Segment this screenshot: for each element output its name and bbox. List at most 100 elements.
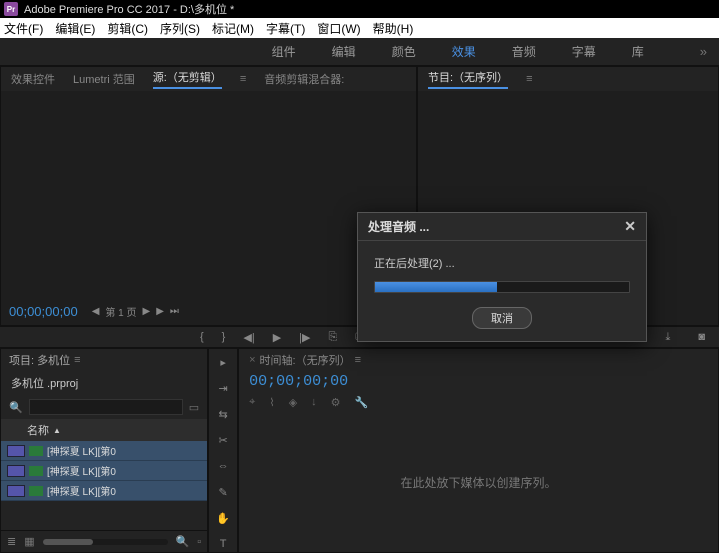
find-icon[interactable]: 🔍 — [176, 535, 190, 548]
tab-libraries[interactable]: 库 — [632, 43, 644, 60]
item-thumb-icon — [7, 445, 25, 457]
ptab-lumetri[interactable]: Lumetri 范围 — [73, 71, 135, 87]
clip-icon — [29, 466, 43, 476]
progress-dialog: 处理音频 ... ✕ 正在后处理(2) ... 取消 — [357, 212, 647, 342]
ptab-audio-mixer[interactable]: 音频剪辑混合器: — [264, 71, 344, 87]
type-tool-icon[interactable]: T — [214, 536, 232, 552]
timeline-timecode[interactable]: 00;00;00;00 — [239, 371, 718, 392]
wrench-icon[interactable]: 🔧 — [355, 396, 369, 409]
track-select-tool-icon[interactable]: ⇥ — [214, 381, 232, 397]
item-label: [神探夏 LK][第0 — [47, 443, 116, 458]
workspace-tabs: 组件 编辑 颜色 效果 音频 字幕 库 » — [0, 38, 719, 66]
dialog-message: 正在后处理(2) ... — [374, 255, 630, 271]
item-thumb-icon — [7, 465, 25, 477]
zoom-slider[interactable] — [43, 539, 168, 545]
pen-tool-icon[interactable]: ✎ — [214, 484, 232, 500]
clip-icon — [29, 486, 43, 496]
menu-edit[interactable]: 编辑(E) — [55, 20, 95, 37]
menu-clip[interactable]: 剪辑(C) — [107, 20, 148, 37]
panel-menu-icon[interactable]: ≡ — [74, 354, 80, 366]
menu-sequence[interactable]: 序列(S) — [160, 20, 200, 37]
tab-assembly[interactable]: 组件 — [272, 43, 296, 60]
project-item[interactable]: [神探夏 LK][第0 — [1, 481, 207, 501]
project-filename: 多机位 .prproj — [1, 371, 207, 395]
menu-title[interactable]: 字幕(T) — [266, 20, 305, 37]
snap-icon[interactable]: ⌖ — [249, 396, 255, 409]
slip-tool-icon[interactable]: ⇔ — [214, 459, 232, 475]
program-panel-tabs: 节目:（无序列） ≡ — [418, 67, 718, 91]
search-icon[interactable]: 🔍 — [9, 401, 23, 414]
mark-out-icon[interactable]: } — [222, 331, 226, 343]
workspace-expand-icon[interactable]: » — [700, 44, 707, 59]
project-header[interactable]: 项目: 多机位 — [9, 352, 70, 368]
app-icon: Pr — [4, 2, 18, 16]
dialog-title: 处理音频 ... — [368, 218, 429, 235]
panel-menu-icon[interactable]: ≡ — [240, 73, 246, 85]
insert-icon[interactable]: ⎘ — [328, 331, 337, 344]
pager-text: 第 1 页 — [105, 304, 136, 319]
snapshot-icon[interactable]: ◙ — [698, 331, 705, 343]
extract-icon[interactable]: ⤓ — [665, 331, 670, 344]
menu-marker[interactable]: 标记(M) — [212, 20, 254, 37]
add-marker-icon[interactable]: ↓ — [311, 396, 317, 409]
new-bin-icon[interactable]: ▭ — [189, 401, 199, 414]
step-fwd-icon[interactable]: |▶ — [299, 331, 310, 344]
project-panel: 项目: 多机位 ≡ 多机位 .prproj 🔍 ▭ 名称 ▲ [神探夏 LK][… — [0, 348, 208, 553]
menu-bar: 文件(F) 编辑(E) 剪辑(C) 序列(S) 标记(M) 字幕(T) 窗口(W… — [0, 18, 719, 38]
lower-panels: 项目: 多机位 ≡ 多机位 .prproj 🔍 ▭ 名称 ▲ [神探夏 LK][… — [0, 348, 719, 553]
ripple-tool-icon[interactable]: ⇆ — [214, 407, 232, 423]
column-label: 名称 — [27, 422, 49, 438]
timeline-icons: ⌖ ⌇ ◈ ↓ ⚙ 🔧 — [239, 392, 718, 413]
razor-tool-icon[interactable]: ✂ — [214, 433, 232, 449]
mark-in-icon[interactable]: { — [200, 331, 204, 343]
drop-hint-text: 在此处放下媒体以创建序列。 — [401, 474, 557, 491]
tab-color[interactable]: 颜色 — [392, 43, 416, 60]
column-header-name[interactable]: 名称 ▲ — [1, 419, 207, 441]
project-search-input[interactable] — [29, 399, 183, 415]
clip-icon — [29, 446, 43, 456]
pager-play-icon[interactable]: ▶ — [156, 306, 164, 317]
settings-icon[interactable]: ⚙ — [331, 396, 341, 409]
project-item[interactable]: [神探夏 LK][第0 — [1, 441, 207, 461]
timeline-header[interactable]: 时间轴:（无序列） — [260, 352, 351, 368]
item-label: [神探夏 LK][第0 — [47, 463, 116, 478]
panel-menu-icon[interactable]: ≡ — [355, 354, 361, 366]
item-thumb-icon — [7, 485, 25, 497]
tools-column: ▸ ⇥ ⇆ ✂ ⇔ ✎ ✋ T — [208, 348, 238, 553]
source-pager: ◀ 第 1 页 ▶ ▶ ⏭ — [92, 304, 179, 319]
panel-menu-icon[interactable]: ≡ — [526, 73, 532, 85]
selection-tool-icon[interactable]: ▸ — [214, 355, 232, 371]
close-tab-icon[interactable]: × — [249, 354, 255, 366]
close-icon[interactable]: ✕ — [624, 218, 636, 235]
tab-captions[interactable]: 字幕 — [572, 43, 596, 60]
cancel-button[interactable]: 取消 — [472, 307, 532, 329]
menu-help[interactable]: 帮助(H) — [373, 20, 414, 37]
ptab-program[interactable]: 节目:（无序列） — [428, 69, 508, 89]
timeline-panel: × 时间轴:（无序列） ≡ 00;00;00;00 ⌖ ⌇ ◈ ↓ ⚙ 🔧 在此… — [238, 348, 719, 553]
tab-effects[interactable]: 效果 — [452, 43, 476, 60]
marker-icon[interactable]: ◈ — [289, 396, 297, 409]
source-panel-tabs: 效果控件 Lumetri 范围 源:（无剪辑） ≡ 音频剪辑混合器: — [1, 67, 416, 91]
project-item[interactable]: [神探夏 LK][第0 — [1, 461, 207, 481]
progress-fill — [375, 282, 497, 292]
ptab-source[interactable]: 源:（无剪辑） — [153, 69, 222, 89]
pager-next-icon[interactable]: ▶ — [143, 306, 151, 317]
ptab-effect-controls[interactable]: 效果控件 — [11, 71, 55, 87]
list-view-icon[interactable]: ≣ — [7, 535, 16, 548]
title-bar: Pr Adobe Premiere Pro CC 2017 - D:\多机位 * — [0, 0, 719, 18]
timeline-drop-area[interactable]: 在此处放下媒体以创建序列。 — [239, 413, 718, 552]
hand-tool-icon[interactable]: ✋ — [214, 510, 232, 526]
window-title: Adobe Premiere Pro CC 2017 - D:\多机位 * — [24, 1, 234, 17]
link-icon[interactable]: ⌇ — [269, 396, 274, 409]
new-item-icon[interactable]: ▫ — [197, 536, 201, 548]
menu-file[interactable]: 文件(F) — [4, 20, 43, 37]
menu-window[interactable]: 窗口(W) — [317, 20, 360, 37]
tab-editing[interactable]: 编辑 — [332, 43, 356, 60]
icon-view-icon[interactable]: ▦ — [24, 535, 34, 548]
pager-prev-icon[interactable]: ◀ — [92, 306, 100, 317]
pager-end-icon[interactable]: ⏭ — [170, 306, 179, 317]
play-icon[interactable]: ▶ — [273, 331, 281, 344]
tab-audio[interactable]: 音频 — [512, 43, 536, 60]
step-back-icon[interactable]: ◀| — [243, 331, 254, 344]
source-timecode[interactable]: 00;00;00;00 — [9, 304, 78, 319]
